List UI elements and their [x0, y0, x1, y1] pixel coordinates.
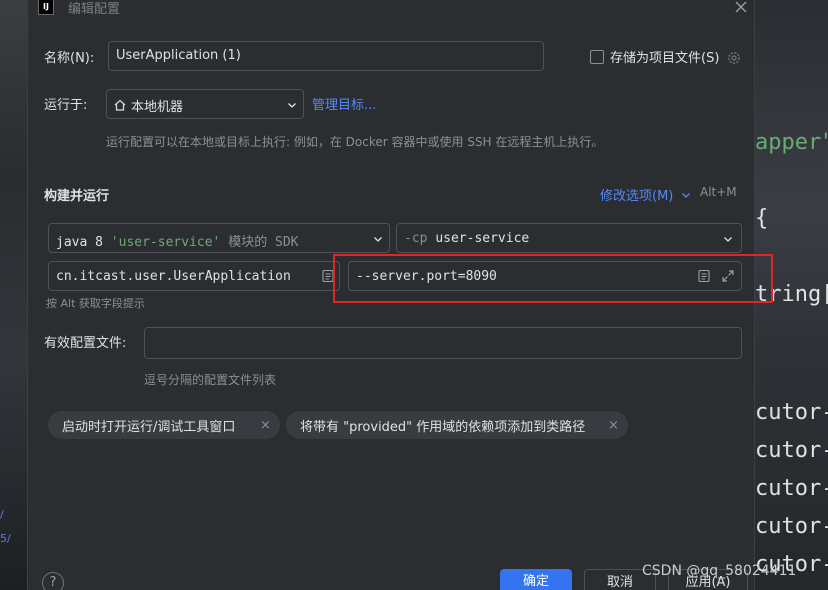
name-field-value: UserApplication (1)	[116, 48, 241, 63]
option-chip-label: 启动时打开运行/调试工具窗口	[62, 420, 236, 435]
option-chip-label: 将带有 "provided" 作用域的依赖项添加到类路径	[300, 420, 586, 435]
dialog-title: 编辑配置	[68, 2, 121, 17]
classpath-module-value: -cp user-service	[404, 231, 530, 246]
background-code-line: {	[755, 206, 769, 231]
background-code-line: cutor-	[755, 514, 828, 539]
background-code-line: apper"	[755, 130, 828, 155]
run-on-select[interactable]: 本地机器	[106, 89, 304, 119]
active-profiles-field[interactable]	[144, 327, 742, 359]
run-on-hint: 运行配置可以在本地或目标上执行: 例如，在 Docker 容器中或使用 SSH …	[106, 135, 604, 149]
gear-icon[interactable]	[726, 50, 742, 66]
run-on-label: 运行于:	[44, 98, 88, 113]
main-class-value: cn.itcast.user.UserApplication	[56, 269, 291, 284]
manage-targets-link[interactable]: 管理目标...	[312, 94, 376, 113]
name-label: 名称(N):	[44, 51, 95, 66]
highlight-box	[333, 254, 773, 303]
help-button[interactable]: ?	[42, 572, 64, 590]
option-chip[interactable]: 启动时打开运行/调试工具窗口 ×	[48, 411, 280, 439]
chevron-down-icon	[724, 237, 732, 242]
store-as-project-file-checkbox[interactable]	[590, 50, 604, 64]
run-on-value: 本地机器	[131, 100, 184, 115]
main-class-field[interactable]: cn.itcast.user.UserApplication	[48, 261, 340, 291]
alt-field-hint: 按 Alt 获取字段提示	[46, 297, 145, 310]
dialog-titlebar[interactable]: IJ 编辑配置	[28, 0, 756, 23]
modify-options-shortcut: Alt+M	[700, 185, 737, 199]
ok-button[interactable]: 确定	[500, 569, 572, 590]
option-chip[interactable]: 将带有 "provided" 作用域的依赖项添加到类路径 ×	[286, 411, 628, 439]
remove-chip-icon[interactable]: ×	[260, 418, 271, 433]
jdk-select[interactable]: java 8 'user-service' 模块的 SDK	[48, 223, 390, 253]
close-icon[interactable]	[733, 0, 749, 15]
modify-options-link[interactable]: 修改选项(M)	[600, 185, 673, 204]
background-left-panel	[0, 0, 27, 590]
watermark: CSDN @qq_58024411	[642, 563, 797, 579]
chevron-down-icon	[288, 103, 296, 108]
chevron-down-icon	[682, 193, 690, 198]
background-left-text: /	[0, 508, 4, 521]
profiles-hint: 逗号分隔的配置文件列表	[144, 373, 277, 387]
remove-chip-icon[interactable]: ×	[608, 418, 619, 433]
active-profiles-label: 有效配置文件:	[44, 336, 127, 351]
home-icon	[114, 99, 126, 111]
store-as-project-file-label[interactable]: 存储为项目文件(S)	[610, 47, 719, 66]
jdk-select-value: java 8 'user-service' 模块的 SDK	[56, 235, 299, 250]
intellij-logo-icon: IJ	[38, 0, 54, 15]
background-left-text: 5/	[0, 532, 11, 545]
build-run-header: 构建并运行	[44, 189, 110, 204]
classpath-module-select[interactable]: -cp user-service	[396, 223, 742, 253]
name-field[interactable]: UserApplication (1)	[108, 41, 544, 71]
background-code-line: cutor-	[755, 400, 828, 425]
chevron-down-icon	[374, 237, 382, 242]
background-code-line: cutor-	[755, 438, 828, 463]
background-code-line: cutor-	[755, 476, 828, 501]
